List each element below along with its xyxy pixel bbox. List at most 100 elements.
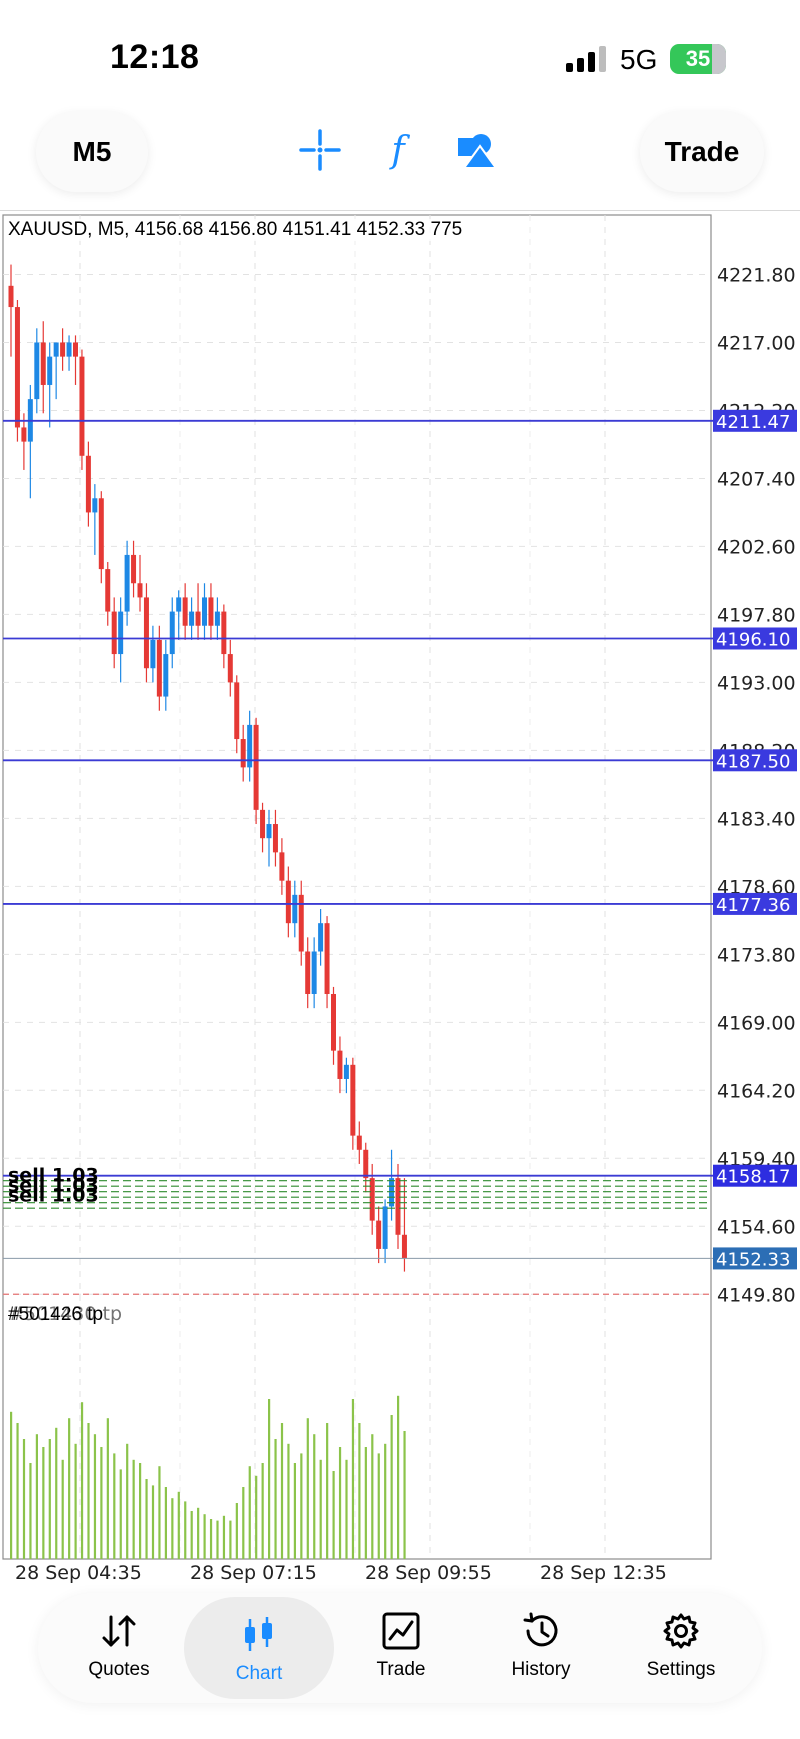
volume-bar (293, 1463, 296, 1559)
candle-body (60, 342, 66, 357)
signal-strength-icon (566, 46, 608, 72)
nav-chart[interactable]: Chart (184, 1597, 334, 1699)
volume-bar (268, 1399, 271, 1559)
entry-price-value: 4158.17 (716, 1167, 790, 1188)
volume-bar (235, 1503, 238, 1559)
candle-body (363, 1149, 369, 1179)
volume-bar (35, 1434, 38, 1559)
y-tick-label: 4207.40 (717, 468, 796, 490)
volume-bar (216, 1520, 219, 1559)
y-tick-label: 4197.80 (717, 604, 796, 626)
volume-bar (126, 1443, 129, 1559)
volume-bar (397, 1395, 400, 1559)
y-tick-label: 4183.40 (717, 808, 796, 830)
candle-body (143, 597, 149, 669)
candle-body (163, 654, 169, 697)
objects-shapes-icon[interactable] (454, 128, 498, 172)
nav-history-label: History (511, 1659, 571, 1680)
volume-bar (151, 1485, 155, 1559)
volume-bar (364, 1447, 367, 1559)
volume-bar (74, 1443, 77, 1559)
volume-bar (48, 1439, 51, 1559)
volume-bar (29, 1463, 32, 1559)
candle-body (376, 1220, 382, 1249)
candle-body (34, 342, 40, 400)
candle-body (73, 342, 78, 357)
price-level-value: 4196.10 (716, 629, 790, 650)
candle-body (111, 611, 117, 655)
volume-bar (177, 1491, 180, 1559)
history-clock-icon (523, 1612, 558, 1647)
volume-bar (313, 1434, 316, 1559)
volume-bar (113, 1453, 116, 1559)
candle-body (202, 597, 207, 626)
volume-bar (61, 1459, 64, 1559)
candle-body (305, 951, 311, 994)
candle-body (105, 569, 111, 612)
nav-quotes[interactable]: Quotes (44, 1593, 194, 1703)
y-tick-label: 4202.60 (717, 536, 796, 558)
volume-bar (197, 1507, 200, 1559)
order-tp-label[interactable]: #501426 tp (8, 1304, 103, 1326)
candle-body (311, 951, 317, 994)
volume-bar (42, 1447, 45, 1559)
candle-body (169, 611, 175, 655)
price-level-value: 4211.47 (716, 412, 790, 433)
candle-body (401, 1234, 407, 1259)
volume-bar (274, 1439, 277, 1559)
volume-bar (403, 1431, 406, 1559)
candle-body (124, 554, 130, 612)
candle-body (176, 597, 182, 612)
candle-body (369, 1178, 375, 1221)
bottom-navigation: Quotes Chart Trade History Settings (38, 1593, 762, 1703)
candle-body (356, 1135, 362, 1150)
volume-bar (139, 1463, 142, 1559)
volume-bar (326, 1423, 329, 1559)
candle-body (156, 639, 162, 697)
chart-canvas[interactable]: 4221.804217.004212.204207.404202.604197.… (0, 211, 800, 1591)
candle-body (240, 739, 246, 768)
volume-bar (338, 1447, 342, 1559)
indicator-f-icon[interactable]: f (376, 128, 420, 172)
candle-body (234, 682, 240, 740)
timeframe-button[interactable]: M5 (36, 112, 148, 192)
volume-bar (145, 1479, 148, 1559)
volume-bar (106, 1418, 109, 1559)
volume-bar (390, 1415, 393, 1559)
candle-body (118, 611, 124, 655)
candle-body (85, 455, 91, 513)
y-tick-label: 4164.20 (717, 1080, 796, 1102)
nav-trade[interactable]: Trade (326, 1593, 476, 1703)
nav-history[interactable]: History (466, 1593, 616, 1703)
price-chart[interactable]: 4221.804217.004212.204207.404202.604197.… (0, 211, 800, 1591)
candle-body (208, 597, 214, 626)
volume-bar (261, 1463, 264, 1559)
candle-body (47, 356, 53, 385)
volume-bar (171, 1498, 174, 1559)
nav-chart-label: Chart (235, 1663, 283, 1684)
x-tick-label: 28 Sep 12:35 (540, 1562, 667, 1584)
chart-info-line: XAUUSD, M5, 4156.68 4156.80 4151.41 4152… (8, 219, 463, 241)
volume-bar (358, 1423, 361, 1559)
nav-settings[interactable]: Settings (606, 1593, 756, 1703)
y-tick-label: 4217.00 (717, 332, 796, 354)
volume-bar (306, 1418, 309, 1559)
candle-body (98, 498, 104, 570)
trade-button[interactable]: Trade (640, 112, 764, 192)
volume-bar (351, 1399, 355, 1559)
battery-level: 35 (685, 46, 711, 71)
x-tick-label: 28 Sep 07:15 (190, 1562, 317, 1584)
bid-price-value: 4152.33 (716, 1249, 790, 1270)
volume-bar (22, 1439, 26, 1559)
position-label[interactable]: sell 1.03 (8, 1185, 99, 1207)
volume-bar (93, 1434, 97, 1559)
candle-body (92, 498, 98, 513)
crosshair-icon[interactable] (298, 128, 342, 172)
volume-bar (242, 1487, 245, 1559)
volume-bar (16, 1423, 19, 1559)
candle-body (279, 852, 285, 881)
y-tick-label: 4173.80 (717, 944, 796, 966)
nav-trade-label: Trade (376, 1659, 426, 1680)
candle-body (150, 639, 156, 669)
volume-bar (55, 1427, 58, 1559)
